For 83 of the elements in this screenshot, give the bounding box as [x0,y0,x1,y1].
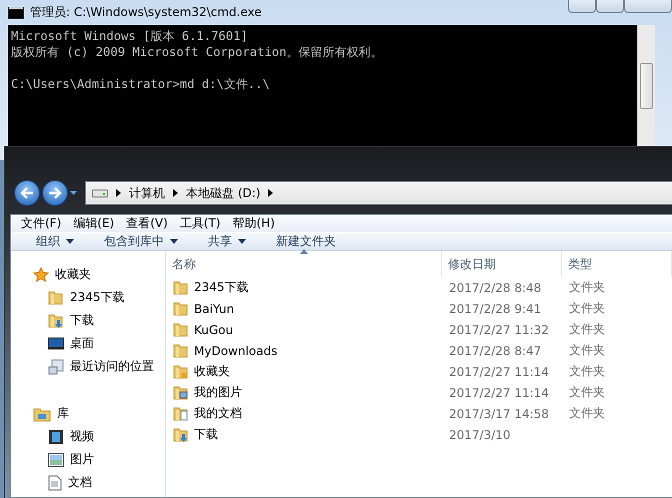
folder-icon [48,290,64,306]
toolbar-button[interactable]: 包含到库中 [89,233,193,250]
nav-item[interactable]: 下载 [70,312,94,329]
column-header[interactable]: 名称 [166,251,442,277]
folder-down-arrow-icon [48,312,64,328]
type-cell-text: 文件夹 [568,300,606,317]
recent-places-icon [48,358,64,374]
picture-icon [48,452,64,466]
date-cell-text: 2017/2/28 8:48 [448,280,542,294]
nav-item[interactable]: 视频 [70,428,94,445]
file-name[interactable]: 收藏夹 [194,363,230,380]
console-icon [8,6,24,18]
forward-arrow-icon [48,187,62,199]
folder-icon [173,342,189,358]
back-arrow-icon [20,187,34,199]
nav-item[interactable]: 桌面 [70,335,94,352]
date-cell-text: 2017/3/17 14:58 [448,406,550,420]
type-cell-text: 文件夹 [568,321,606,338]
toolbar-button[interactable]: 共享 [193,233,261,250]
file-name[interactable]: 下载 [194,426,218,443]
folder-icon [173,300,189,316]
library-folder-icon [33,406,51,422]
history-caret-icon[interactable] [70,191,77,195]
nav-item[interactable]: 库 [57,405,69,422]
type-cell-text: 文件夹 [568,405,606,422]
folder-icon [173,322,189,338]
menu-item[interactable]: 查看(V) [120,215,174,232]
date-cell-text: 2017/2/27 11:32 [448,322,550,336]
document-icon [48,474,62,490]
nav-item[interactable]: 文档 [68,474,92,491]
drive-icon [92,188,108,198]
folder-document-icon [173,406,189,422]
file-name[interactable]: BaiYun [194,302,234,316]
type-cell-text: 文件夹 [568,342,606,359]
star-icon [33,266,49,282]
nav-item[interactable]: 最近访问的位置 [70,358,154,375]
file-name[interactable]: KuGou [194,322,234,336]
breadcrumb-arrow-icon [268,189,274,197]
toolbar-button[interactable]: 新建文件夹 [261,233,351,250]
type-cell-text: 文件夹 [568,279,606,296]
folder-star-icon [173,364,189,380]
menu-item[interactable]: 工具(T) [174,215,226,232]
breadcrumb[interactable]: 计算机 [129,184,165,202]
breadcrumb-arrow-icon [116,189,121,197]
toolbar-button[interactable]: 组织 [21,233,89,250]
date-cell-text: 2017/2/27 11:14 [448,386,550,400]
console-line: Microsoft Windows [版本 6.1.7601] [11,28,249,44]
breadcrumb[interactable]: 本地磁盘 (D:) [186,184,260,202]
type-cell-text: 文件夹 [568,384,606,401]
column-header[interactable]: 类型 [562,251,672,277]
type-cell-text: 文件夹 [568,363,606,380]
folder-down-arrow-icon [173,426,189,442]
forward-button[interactable] [42,180,68,206]
menu-item[interactable]: 编辑(E) [67,215,120,232]
date-cell-text: 2017/2/27 11:14 [448,364,550,378]
nav-item[interactable]: 收藏夹 [55,266,91,283]
desktop-icon [48,336,64,350]
file-name[interactable]: 2345下载 [194,279,249,296]
file-name[interactable]: MyDownloads [194,344,278,358]
menu-item[interactable]: 文件(F) [15,215,68,232]
sort-caret-icon [300,249,308,254]
date-cell-text: 2017/3/10 [448,428,512,442]
window-title: 管理员: C:\Windows\system32\cmd.exe [30,4,262,21]
date-cell-text: 2017/2/28 8:47 [448,344,542,358]
file-name[interactable]: 我的图片 [194,384,242,401]
date-cell-text: 2017/2/28 9:41 [448,302,542,316]
dropdown-caret-icon [66,239,74,244]
dropdown-caret-icon [170,239,178,244]
scroll-thumb[interactable] [640,63,653,109]
folder-icon [173,280,189,296]
column-header[interactable]: 修改日期 [442,251,562,277]
command-line: C:\Users\Administrator>md d:\文件..\ [11,76,271,92]
breadcrumb-arrow-icon [173,189,178,197]
menu-item[interactable]: 帮助(H) [226,215,281,232]
console-line: 版权所有 (c) 2009 Microsoft Corporation。保留所有权利。 [11,44,384,60]
folder-picture-icon [173,384,189,400]
file-name[interactable]: 我的文档 [194,405,242,422]
address-bar[interactable]: 计算机 本地磁盘 (D:) [85,181,672,205]
film-icon [48,428,64,444]
dropdown-caret-icon [238,239,246,244]
nav-item[interactable]: 2345下载 [70,289,125,306]
back-button[interactable] [14,180,40,206]
nav-item[interactable]: 图片 [70,451,94,468]
